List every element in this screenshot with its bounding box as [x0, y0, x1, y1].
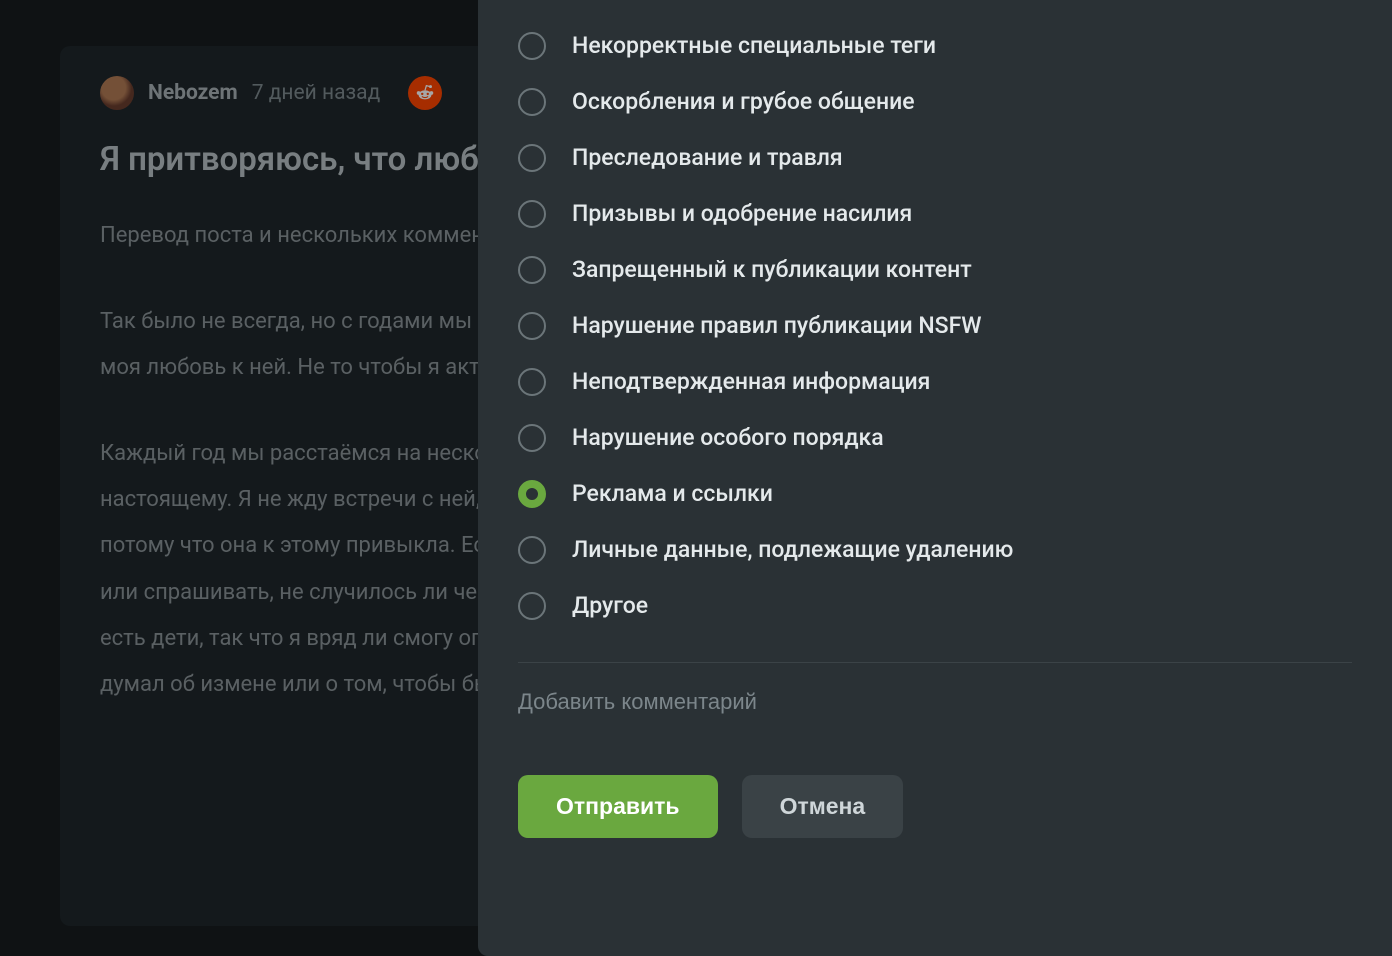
radio-icon [518, 200, 546, 228]
option-other[interactable]: Другое [518, 578, 1352, 634]
radio-icon [518, 368, 546, 396]
report-options-list: Некорректные специальные теги Оскорблени… [518, 18, 1352, 634]
radio-icon [518, 312, 546, 340]
option-special-violation[interactable]: Нарушение особого порядка [518, 410, 1352, 466]
option-label: Преследование и травля [572, 144, 843, 172]
option-label: Призывы и одобрение насилия [572, 200, 912, 228]
option-label: Оскорбления и грубое общение [572, 88, 915, 116]
option-personal-data[interactable]: Личные данные, подлежащие удалению [518, 522, 1352, 578]
option-label: Некорректные специальные теги [572, 32, 936, 60]
modal-buttons: Отправить Отмена [518, 775, 1352, 838]
option-harassment[interactable]: Преследование и травля [518, 130, 1352, 186]
radio-icon [518, 592, 546, 620]
page-root: Nebozem 7 дней назад Я притворяюсь, что … [0, 0, 1392, 956]
option-insults[interactable]: Оскорбления и грубое общение [518, 74, 1352, 130]
option-label: Нарушение правил публикации NSFW [572, 312, 982, 340]
option-incorrect-tags[interactable]: Некорректные специальные теги [518, 18, 1352, 74]
option-label: Нарушение особого порядка [572, 424, 884, 452]
option-unverified-info[interactable]: Неподтвержденная информация [518, 354, 1352, 410]
radio-icon [518, 480, 546, 508]
radio-icon [518, 536, 546, 564]
radio-icon [518, 88, 546, 116]
comment-section [518, 662, 1352, 741]
report-modal: Некорректные специальные теги Оскорблени… [478, 0, 1392, 956]
cancel-button[interactable]: Отмена [742, 775, 904, 838]
option-violence-calls[interactable]: Призывы и одобрение насилия [518, 186, 1352, 242]
radio-icon [518, 424, 546, 452]
comment-input[interactable] [518, 663, 1352, 741]
radio-icon [518, 256, 546, 284]
option-ads-links[interactable]: Реклама и ссылки [518, 466, 1352, 522]
option-nsfw-violation[interactable]: Нарушение правил публикации NSFW [518, 298, 1352, 354]
option-prohibited-content[interactable]: Запрещенный к публикации контент [518, 242, 1352, 298]
option-label: Запрещенный к публикации контент [572, 256, 972, 284]
option-label: Личные данные, подлежащие удалению [572, 536, 1013, 564]
option-label: Другое [572, 592, 648, 620]
radio-icon [518, 32, 546, 60]
submit-button[interactable]: Отправить [518, 775, 718, 838]
radio-icon [518, 144, 546, 172]
option-label: Неподтвержденная информация [572, 368, 930, 396]
option-label: Реклама и ссылки [572, 480, 773, 508]
